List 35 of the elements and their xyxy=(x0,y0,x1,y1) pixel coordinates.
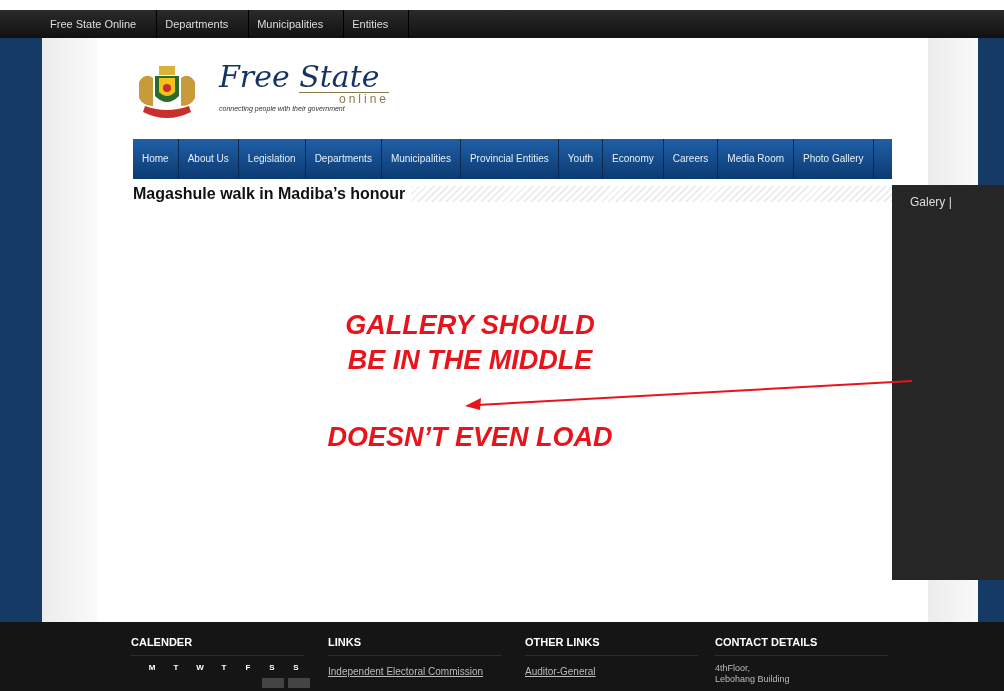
menu-item[interactable]: Provincial Entities xyxy=(460,139,559,179)
footer-link[interactable]: Independent Electoral Commission xyxy=(328,666,525,677)
weekday-label: T xyxy=(220,663,228,673)
weekday-label: F xyxy=(244,663,252,673)
annotation-text: DOESN’T EVEN LOAD xyxy=(326,422,614,453)
gallery-label: Galery | xyxy=(910,195,952,209)
calendar-cell xyxy=(288,678,310,688)
footer-heading: CALENDER xyxy=(131,636,304,656)
contact-line: 4thFloor, xyxy=(715,663,752,674)
weekday-label: S xyxy=(268,663,276,673)
menu-item[interactable]: Careers xyxy=(663,139,719,179)
footer-link[interactable]: Auditor-General xyxy=(525,666,715,677)
article-title: Magashule walk in Madiba’s honour xyxy=(133,185,406,203)
annotation-text: GALLERY SHOULD xyxy=(344,310,596,341)
footer-heading: CONTACT DETAILS xyxy=(715,636,888,656)
menu-item[interactable]: Economy xyxy=(603,139,664,179)
menu-item[interactable]: Departments xyxy=(305,139,382,179)
menu-item[interactable]: Photo Gallery xyxy=(794,139,874,179)
footer-heading: OTHER LINKS xyxy=(525,636,698,656)
weekday-label: S xyxy=(292,663,300,673)
weekday-label: W xyxy=(195,663,205,673)
menu-item[interactable]: Municipalities xyxy=(381,139,461,179)
menu-item[interactable]: Youth xyxy=(558,139,604,179)
weekday-label: T xyxy=(172,663,180,673)
menu-item[interactable]: Home xyxy=(133,139,179,179)
weekday-label: M xyxy=(147,663,157,673)
calendar-cell xyxy=(262,678,284,688)
menu-item[interactable]: Media Room xyxy=(718,139,795,179)
annotation-text: BE IN THE MIDDLE xyxy=(346,345,594,376)
logo-subtitle: online xyxy=(298,92,389,105)
menu-item[interactable]: About Us xyxy=(178,139,239,179)
footer-heading: LINKS xyxy=(328,636,501,656)
contact-line: Lebohang Building xyxy=(715,674,791,685)
logo-title: Free State xyxy=(219,62,381,92)
menu-item[interactable]: Legislation xyxy=(238,139,306,179)
